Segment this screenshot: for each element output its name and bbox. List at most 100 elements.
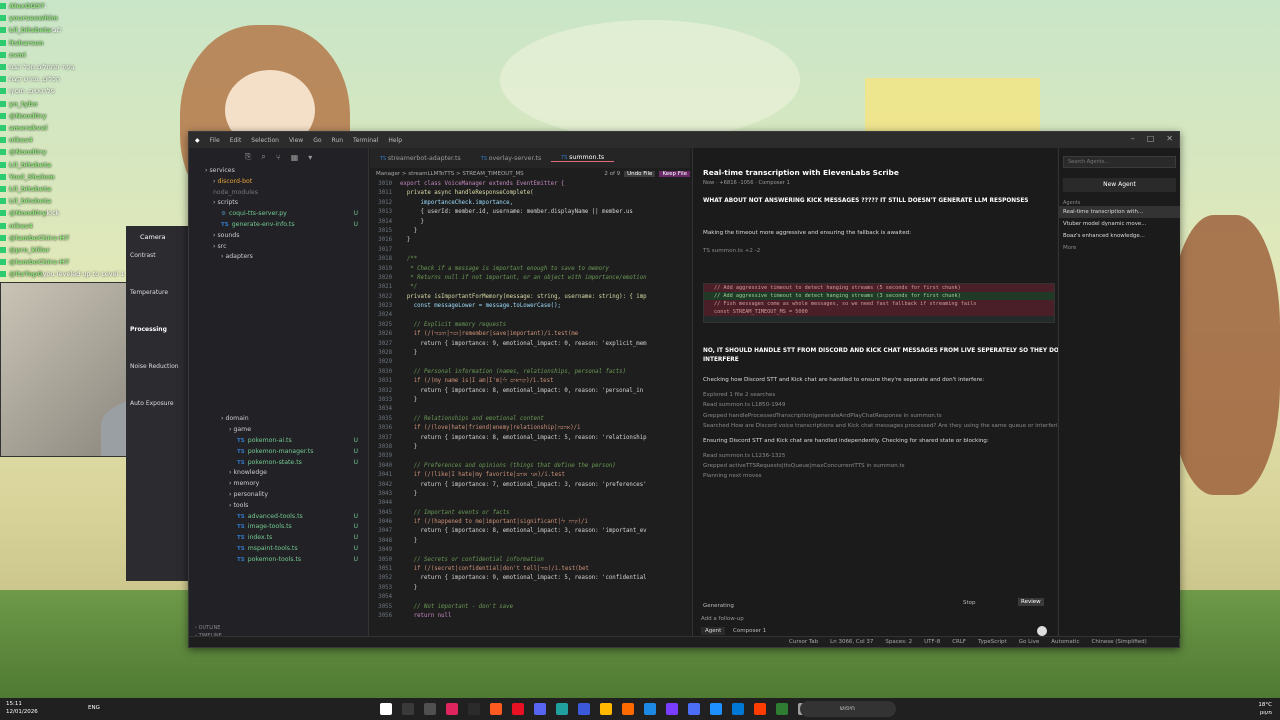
follow-up-input[interactable]: Add a follow-up Agent Composer 1 [701,616,1051,636]
chat-username[interactable]: nikes4 [9,222,33,230]
status-item[interactable]: Chinese (Simplified) [1092,639,1147,645]
chat-username[interactable]: @Nood0ry [9,148,47,156]
code-text[interactable]: // Secrets or confidential information [400,556,544,565]
code-text[interactable]: private isImportantForMemory(message: st… [400,293,647,302]
tree-item[interactable]: › adapters [189,252,368,263]
menu-item-file[interactable]: File [210,137,220,144]
tree-item[interactable] [189,339,368,350]
tab-streamerbot-adapter.ts[interactable]: TS streamerbot-adapter.ts [370,155,471,162]
taskbar-app-icon[interactable] [512,703,524,715]
camera-setting-item[interactable]: Noise Reduction [126,359,188,374]
review-button[interactable]: Review [1018,598,1044,606]
menu-item-run[interactable]: Run [332,137,344,144]
code-text[interactable]: if (/(love|hate|friend|enemy|relationshi… [400,424,581,433]
menu-item-go[interactable]: Go [313,137,321,144]
tree-item[interactable]: › domain [189,414,368,425]
chat-username[interactable]: yo_tybo [9,100,37,108]
tree-item[interactable]: › memory [189,479,368,490]
tree-item[interactable] [189,350,368,361]
language-indicator[interactable]: ENG [88,705,100,711]
code-text[interactable]: if (/(secret|confidential|don't tell|סוד… [400,565,589,574]
code-text[interactable]: } [400,349,417,358]
status-item[interactable]: Spaces: 2 [885,639,912,645]
chat-username[interactable]: Yoel_Shalom [9,173,55,181]
menu-item-view[interactable]: View [289,137,303,144]
undo-file-button[interactable]: Undo File [624,171,656,177]
keep-file-button[interactable]: Keep File [659,171,690,177]
tree-item[interactable] [189,306,368,317]
chat-username[interactable]: Lil_bitsbeta [9,185,51,193]
code-text[interactable]: /** [400,255,417,264]
tree-item[interactable]: TS pokemon-tools.ts U [189,555,368,566]
code-text[interactable]: if (/(like|I hate|my favorite|אני אוהב)/… [400,471,565,480]
tree-item[interactable]: ⚙ coqui-tts-server.py U [189,209,368,220]
agent-mode-select[interactable]: Agent [701,627,726,635]
model-select[interactable]: Composer 1 [733,628,766,634]
tree-item[interactable]: TS pokemon-ai.ts U [189,436,368,447]
taskbar-app-icon[interactable] [468,703,480,715]
chat-username[interactable]: amerakvel [9,124,47,132]
more-agents-link[interactable]: More [1059,242,1180,254]
menu-item-selection[interactable]: Selection [251,137,279,144]
taskbar-search[interactable]: חיפוש [800,701,896,717]
agent-list-item[interactable]: Real-time transcription with... [1059,206,1180,218]
weather-widget[interactable]: 18°C מעונן [1258,701,1272,717]
source-control-icon[interactable]: ⑂ [276,153,281,162]
status-item[interactable]: UTF-8 [924,639,940,645]
code-text[interactable]: return { importance: 8, emotional_impact… [400,387,644,396]
tree-item[interactable] [189,285,368,296]
taskbar-app-icon[interactable] [710,703,722,715]
taskbar-app-icon[interactable] [424,703,436,715]
taskbar-app-icon[interactable] [402,703,414,715]
code-text[interactable]: const messageLower = message.toLowerCase… [400,302,561,311]
taskbar-app-icon[interactable] [556,703,568,715]
code-text[interactable]: return { importance: 9, emotional_impact… [400,574,647,583]
menu-item-help[interactable]: Help [388,137,402,144]
camera-setting-item[interactable]: Temperature [126,285,188,300]
chat-username[interactable]: @pro_killer [9,246,50,254]
code-text[interactable]: return { importance: 8, emotional_impact… [400,434,647,443]
code-text[interactable]: return { importance: 7, emotional_impact… [400,481,647,490]
chat-username[interactable]: @ltzTopG [9,270,43,278]
maximize-icon[interactable]: □ [1147,134,1155,143]
tree-item[interactable] [189,382,368,393]
code-text[interactable]: } [400,443,417,452]
tree-item[interactable] [189,393,368,404]
search-icon[interactable]: ⌕ [261,152,265,162]
tree-item[interactable]: › discord-bot [189,177,368,188]
chat-username[interactable]: yourseewhim [9,14,58,22]
code-text[interactable]: * Returns null if not important, or an o… [400,274,646,283]
taskbar-app-icon[interactable] [600,703,612,715]
chat-username[interactable]: AlexGG97 [9,2,45,10]
outline-header[interactable]: › OUTLINE [195,624,222,632]
chat-username[interactable]: nikes4 [9,136,33,144]
code-text[interactable]: */ [400,283,417,292]
tree-item[interactable]: › src [189,242,368,253]
taskbar-app-icon[interactable] [490,703,502,715]
tree-item[interactable]: TS index.ts U [189,533,368,544]
camera-setting-item[interactable]: Contrast [126,248,188,263]
taskbar-app-icon[interactable] [578,703,590,715]
agent-list-item[interactable]: Vtuber model dynamic move... [1059,218,1180,230]
taskbar-app-icon[interactable] [622,703,634,715]
status-item[interactable]: Ln 3066, Col 37 [830,639,873,645]
taskbar-app-icon[interactable] [754,703,766,715]
code-text[interactable]: if (/(happened to me|important|significa… [400,518,588,527]
tree-item[interactable]: › services [189,166,368,177]
code-text[interactable]: * Check if a message is important enough… [400,265,609,274]
camera-setting-item[interactable]: Auto Exposure [126,396,188,411]
code-text[interactable]: // Personal information (names, relation… [400,368,626,377]
taskbar-app-icon[interactable] [688,703,700,715]
tree-item[interactable]: › game [189,425,368,436]
code-text[interactable]: } [400,218,424,227]
taskbar-app-icon[interactable] [446,703,458,715]
code-text[interactable]: } [400,396,417,405]
new-agent-button[interactable]: New Agent [1063,178,1176,192]
extensions-icon[interactable]: ▦ [291,153,299,162]
tree-item[interactable]: › scripts [189,198,368,209]
tree-item[interactable]: TS mspaint-tools.ts U [189,544,368,555]
status-item[interactable]: TypeScript [978,639,1007,645]
code-text[interactable]: export class VoiceManager extends EventE… [400,180,564,189]
code-text[interactable]: return { importance: 9, emotional_impact… [400,340,647,349]
chat-username[interactable]: Lil_bitsbeta [9,26,51,34]
